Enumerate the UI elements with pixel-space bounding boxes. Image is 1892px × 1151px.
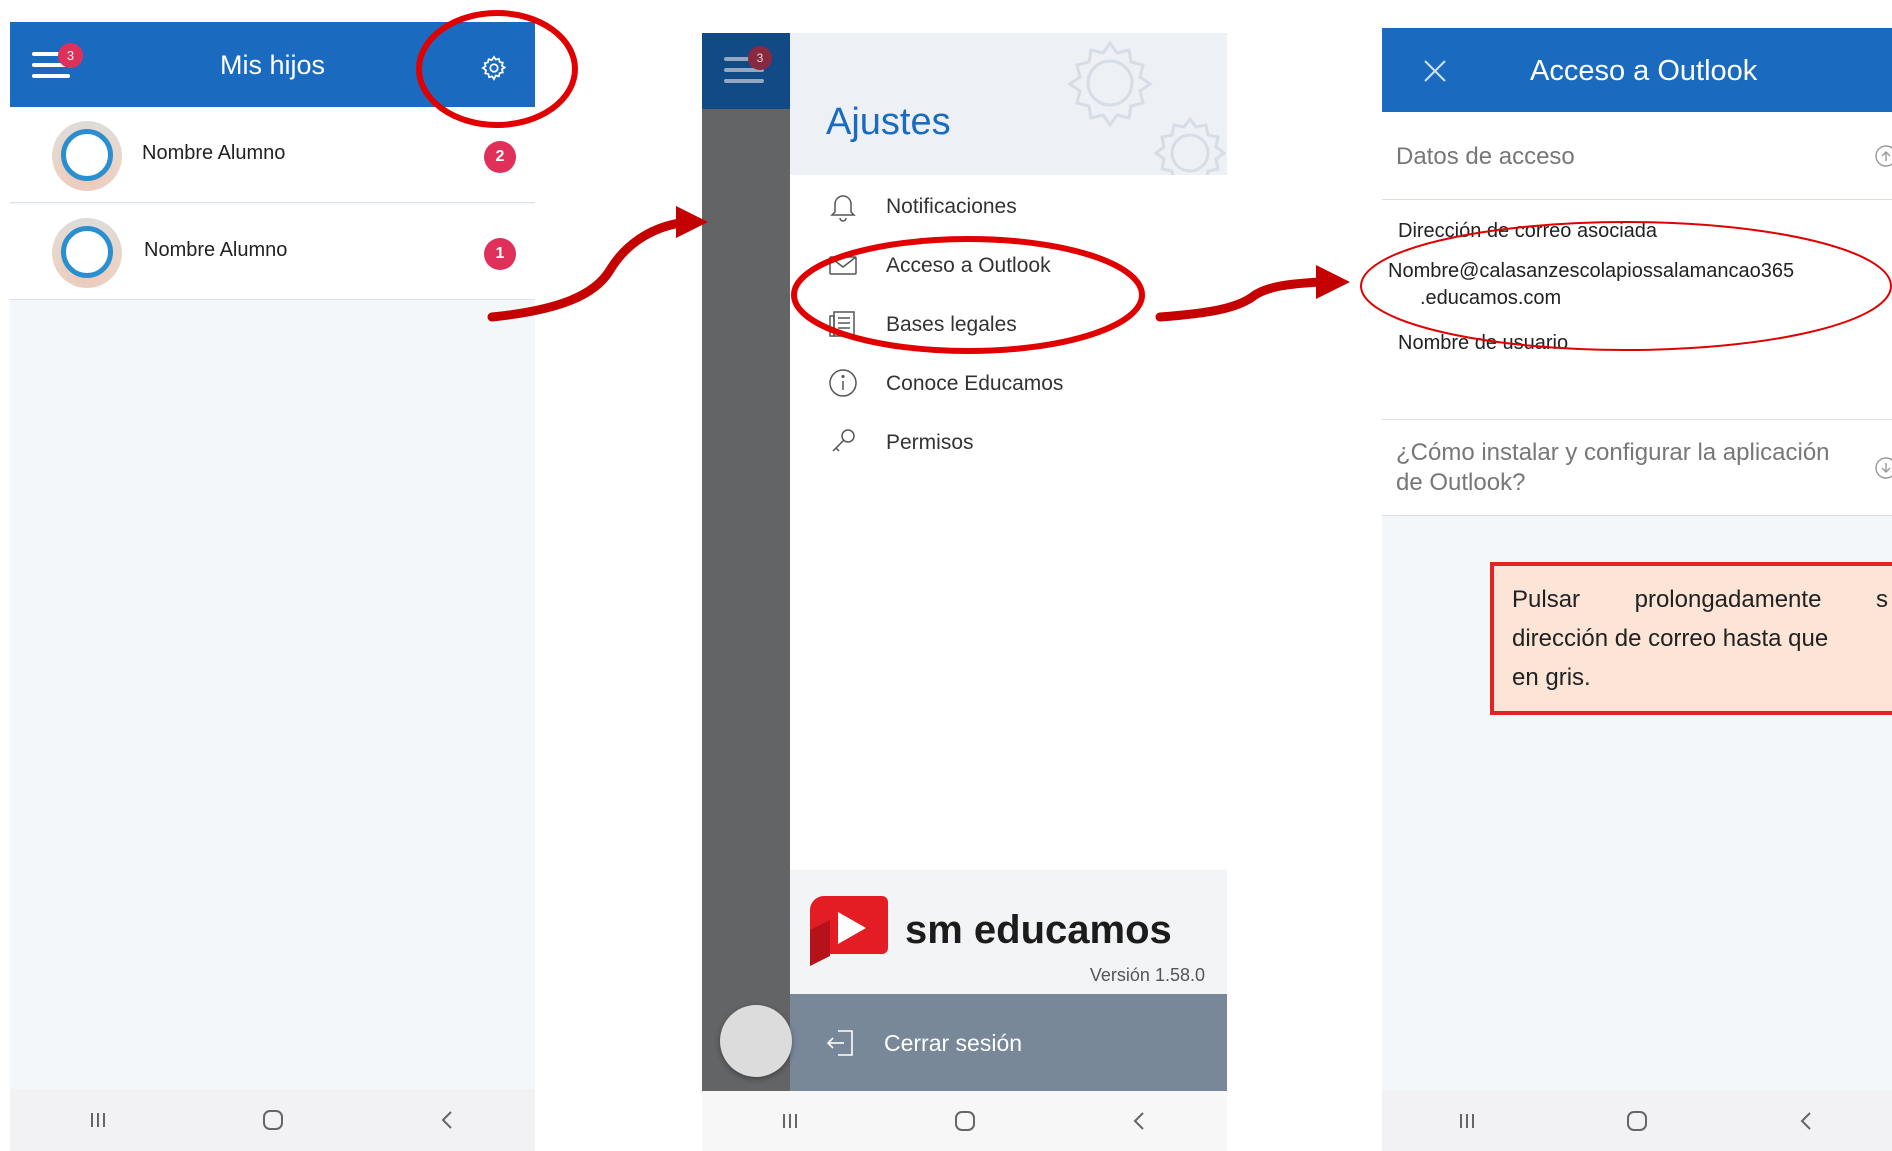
page-title: Acceso a Outlook [1530,55,1758,87]
brand-footer: sm educamos Versión 1.58.0 [790,870,1227,994]
key-icon [832,429,855,452]
email-value[interactable]: Nombre@calasanzescolapiossalamancao365 .… [1388,258,1794,312]
username-label: Nombre de usuario [1398,332,1569,354]
email-line: .educamos.com [1420,287,1562,309]
drawer-backdrop[interactable]: 3 [702,33,790,1151]
note-line: dirección de correo hasta que [1512,625,1829,652]
expand-icon [1875,457,1892,479]
gears-decoration-icon [1067,40,1227,175]
home-icon[interactable] [1623,1107,1651,1135]
child-name: Nombre Alumno [144,239,288,261]
note-word: prolongadamente [1634,586,1822,613]
screen-acceso-outlook: Acceso a Outlook Datos de acceso Direcci… [1382,28,1892,1151]
recent-apps-icon[interactable] [776,1107,804,1135]
info-icon [829,369,857,397]
gear-icon[interactable] [480,54,508,82]
sm-educamos-logo-icon [810,896,888,966]
mail-icon [829,256,857,275]
menu-item-permisos[interactable]: Permisos [790,411,1227,471]
recent-apps-icon[interactable] [1453,1107,1481,1135]
note-line: Pulsar prolongadamente s [1512,580,1888,619]
section-label: Datos de acceso [1396,143,1575,170]
list-item[interactable]: Nombre Alumno 2 [10,107,535,203]
close-icon[interactable] [1422,58,1448,84]
menu-item-label: Conoce Educamos [886,372,1064,395]
app-version: Versión 1.58.0 [1089,965,1205,985]
note-word: s [1876,586,1888,613]
note-line: en gris. [1512,664,1591,691]
email-line: Nombre@calasanzescolapiossalamancao365 [1388,260,1795,282]
system-nav-bar [10,1089,535,1151]
home-icon[interactable] [259,1106,287,1134]
back-icon[interactable] [434,1106,462,1134]
settings-drawer: Ajustes Notificaciones Acceso a Outlook … [790,33,1227,1151]
system-nav-bar [702,1091,1227,1151]
email-label: Dirección de correo asociada [1398,220,1658,242]
child-name: Nombre Alumno [142,142,286,164]
arrow-2-head [1316,265,1350,299]
screen-mis-hijos: 3 Mis hijos Nombre Alumno 2 Nombre Alumn… [10,22,535,1151]
access-details: Dirección de correo asociada Nombre@cala… [1382,200,1892,420]
drawer-header: Ajustes [790,33,1227,175]
menu-item-conoce-educamos[interactable]: Conoce Educamos [790,352,1227,412]
section-datos-acceso[interactable]: Datos de acceso [1382,112,1892,200]
screen-ajustes: 3 Ajustes Notificaciones Acceso a Outloo… [702,33,1227,1151]
system-nav-bar [1382,1091,1892,1151]
menu-item-acceso-outlook[interactable]: Acceso a Outlook [790,234,1227,294]
menu-item-notificaciones[interactable]: Notificaciones [790,175,1227,235]
logout-button[interactable]: Cerrar sesión [790,994,1227,1091]
notification-badge: 1 [484,238,516,270]
logout-label: Cerrar sesión [884,1030,1023,1056]
menu-item-bases-legales[interactable]: Bases legales [790,293,1227,353]
note-word: Pulsar [1512,586,1581,613]
app-header: 3 Mis hijos [10,22,535,107]
app-header: Acceso a Outlook [1382,28,1892,112]
avatar [52,218,122,288]
menu-item-label: Bases legales [886,313,1017,336]
menu-item-label: Notificaciones [886,195,1017,218]
drawer-title: Ajustes [826,101,951,143]
avatar [52,121,122,191]
collapse-icon [1875,145,1892,167]
home-icon[interactable] [951,1107,979,1135]
page-title: Mis hijos [219,50,326,80]
brand-name: sm educamos [905,908,1172,952]
menu-badge: 3 [748,46,772,70]
back-icon[interactable] [1793,1107,1821,1135]
dimmed-header: 3 [702,33,790,109]
recent-apps-icon[interactable] [84,1106,112,1134]
notification-badge: 2 [484,141,516,173]
section-label-line: ¿Cómo instalar y configurar la aplicació… [1396,439,1830,466]
back-icon[interactable] [1126,1107,1154,1135]
menu-item-label: Permisos [886,431,974,454]
instruction-note: Pulsar prolongadamente s dirección de co… [1490,562,1892,715]
list-item[interactable]: Nombre Alumno 1 [10,204,535,300]
logout-icon [826,1030,853,1056]
menu-item-label: Acceso a Outlook [886,254,1051,277]
section-label: ¿Cómo instalar y configurar la aplicació… [1396,438,1830,498]
section-instalar-outlook[interactable]: ¿Cómo instalar y configurar la aplicació… [1382,420,1892,516]
document-icon [829,311,855,337]
floating-action-button[interactable] [720,1005,792,1077]
section-label-line: de Outlook? [1396,469,1526,496]
bell-icon [830,195,856,222]
